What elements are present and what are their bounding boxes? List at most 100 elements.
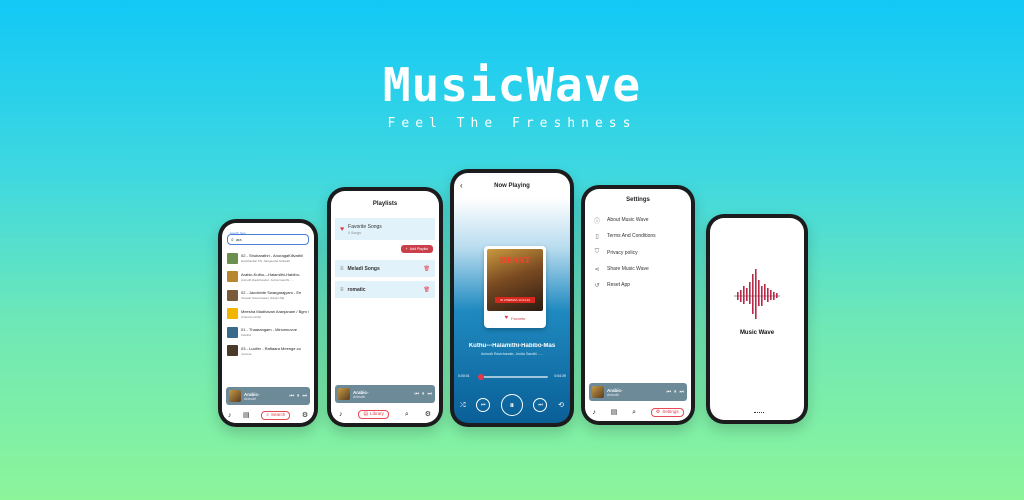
settings-item-share[interactable]: ⋖ Share Music Wave [593,261,687,277]
nav-search-label: Search [271,411,286,417]
list-item[interactable]: Arabic-Kuthu---Halamithi-Habibo- Anirudh … [227,268,310,287]
list-item[interactable]: Meesha Madhavan Aranjanam / Bgm / Unknown… [227,305,310,324]
mini-player-artist: Anirudh [607,392,620,397]
search-screen: search here ⌕ ara 02 - Shubarathri - Anu… [222,223,314,423]
favorite-label: Favorite [511,315,526,321]
next-icon[interactable]: ⏭ [427,391,432,397]
music-note-icon[interactable]: ♪ [592,409,596,416]
playlist-icon: ≡ [340,265,344,272]
seek-handle[interactable] [478,374,485,380]
add-playlist-label: Add Playlist [409,247,428,251]
next-button[interactable]: ⏭ [533,398,548,412]
page-title: Now Playing [494,183,530,189]
phone-now-playing: ‹ Now Playing BEAST IN CINEMAS 13.04.22 … [450,169,574,427]
nav-settings-label: Settings [662,408,679,414]
next-icon[interactable]: ⏭ [302,393,307,399]
previous-button[interactable]: ⏮ [476,398,491,412]
previous-icon[interactable]: ⏮ [414,391,419,397]
settings-item-label: About Music Wave [607,217,649,224]
music-note-icon[interactable]: ♪ [228,412,232,419]
music-note-icon[interactable]: ♪ [339,411,343,418]
pause-button[interactable]: ⏸ [500,394,523,416]
playlist-name: Meladi Songs [347,265,380,272]
settings-screen: Settings ⓘ About Music Wave ▯ Terms And Co… [585,189,691,421]
info-icon: ⓘ [593,218,600,225]
gear-icon[interactable]: ⚙ [425,411,431,418]
phone-settings: Settings ⓘ About Music Wave ▯ Terms And Co… [581,185,695,425]
heart-icon: ♥ [504,315,509,321]
phone-splash: Music Wave [706,214,808,424]
shield-icon: ⛉ [594,249,600,256]
favorite-button[interactable]: ♥ Favorite [487,315,543,321]
search-icon[interactable]: ⌕ [405,411,409,418]
now-playing-screen: ‹ Now Playing BEAST IN CINEMAS 13.04.22 … [454,173,570,423]
settings-list: ⓘ About Music Wave ▯ Terms And Conditions … [593,212,687,293]
total-time: 0:04:39 [554,374,566,378]
settings-item-reset[interactable]: ↺ Reset App [593,277,687,293]
playlist-name: Favorite Songs [348,223,382,230]
album-date: IN CINEMAS 13.04.22 [495,297,535,303]
shuffle-icon[interactable]: ⤮ [460,402,466,409]
share-icon: ⋖ [594,266,600,273]
add-playlist-button[interactable]: + Add Playlist [400,245,433,253]
nav-search-button[interactable]: ⌕ Search [261,410,291,420]
heart-icon: ♥ [340,225,345,233]
bottom-nav: ♪ ▤ ⌕ Search ⚙ [222,407,314,423]
library-icon[interactable]: ▤ [611,409,618,416]
song-list: 02 - Shubarathri - AnuragaKilivathil Hari… [227,249,310,360]
mini-player[interactable]: Arabic- Anirudh ⏮ ⏸ ⏭ [226,387,310,405]
song-artist: Harishankar KS, Sangeetha Srikanth [241,259,291,264]
mini-player[interactable]: Arabic- Anirudh ⏮ ⏸ ⏭ [589,383,687,401]
next-icon: ⏭ [538,402,543,408]
delete-icon[interactable]: 🗑 [424,287,430,293]
song-artist: Jyotsna [241,351,252,356]
previous-icon[interactable]: ⏮ [289,393,294,399]
seek-bar[interactable] [478,374,548,380]
previous-icon[interactable]: ⏮ [666,389,671,395]
playlist-name: romatic [347,286,366,293]
search-query: ara [235,237,242,242]
pause-icon[interactable]: ⏸ [297,393,300,399]
settings-item-about[interactable]: ⓘ About Music Wave [593,212,687,228]
album-art [227,308,238,320]
album-title: BEAST [499,255,531,265]
favorite-playlist[interactable]: ♥ Favorite Songs 0 Songs [335,218,435,240]
song-artist: Unknown Artist [241,314,262,319]
document-icon: ▯ [595,233,599,240]
pause-icon[interactable]: ⏸ [422,391,425,397]
album-art [338,388,350,400]
song-title: Arabic-Kuthu---Halamithi-Habibo- [241,271,301,277]
list-item[interactable]: 01 - Thaarangam - Minunnuvoe Kavitha [227,323,310,342]
settings-item-label: Privacy policy [607,249,638,256]
gear-icon[interactable]: ⚙ [302,412,308,419]
playlist-row[interactable]: ≡ Meladi Songs 🗑 [335,260,435,277]
list-item[interactable]: 02 - Jacobinte Swargarajyam - Ee Vineeth … [227,286,310,305]
album-art [229,390,241,402]
pause-icon[interactable]: ⏸ [674,389,677,395]
song-artist: Kavitha [241,333,252,338]
nav-settings-button[interactable]: ⚙ Settings [650,407,684,417]
song-artist: Vineeth Sreenivasan, Ranjin Raj [241,296,285,301]
search-icon[interactable]: ⌕ [632,409,636,416]
app-name: Music Wave [739,330,775,336]
list-item[interactable]: 02 - Shubarathri - AnuragaKilivathil Hari… [227,249,310,268]
mini-player[interactable]: Arabic- Anirudh ⏮ ⏸ ⏭ [335,385,435,403]
list-item[interactable]: 03 - Lucifer - Raftaara Meenge.co Jyotsna [227,342,310,361]
delete-icon[interactable]: 🗑 [424,266,430,272]
repeat-icon[interactable]: ⟲ [558,402,564,409]
playlist-row[interactable]: ≡ romatic 🗑 [335,281,435,298]
album-art [227,289,238,301]
reset-icon: ↺ [594,282,600,289]
nav-library-button[interactable]: ▤ Library [358,409,389,419]
search-icon: ⌕ [266,411,269,418]
song-title: 01 - Thaarangam - Minunnuvoe [241,327,297,333]
settings-item-terms[interactable]: ▯ Terms And Conditions [593,228,687,244]
library-icon[interactable]: ▤ [243,412,250,419]
song-title: 02 - Jacobinte Swargarajyam - Ee [241,290,302,296]
search-input[interactable]: ⌕ ara [227,234,309,245]
player-controls: ⤮ ⏮ ⏸ ⏭ ⟲ [460,393,564,417]
phone-playlists: Playlists ♥ Favorite Songs 0 Songs + Add P… [327,187,443,427]
next-icon[interactable]: ⏭ [679,389,684,395]
settings-item-privacy[interactable]: ⛉ Privacy policy [593,245,687,261]
playlists-screen: Playlists ♥ Favorite Songs 0 Songs + Add P… [331,191,439,423]
